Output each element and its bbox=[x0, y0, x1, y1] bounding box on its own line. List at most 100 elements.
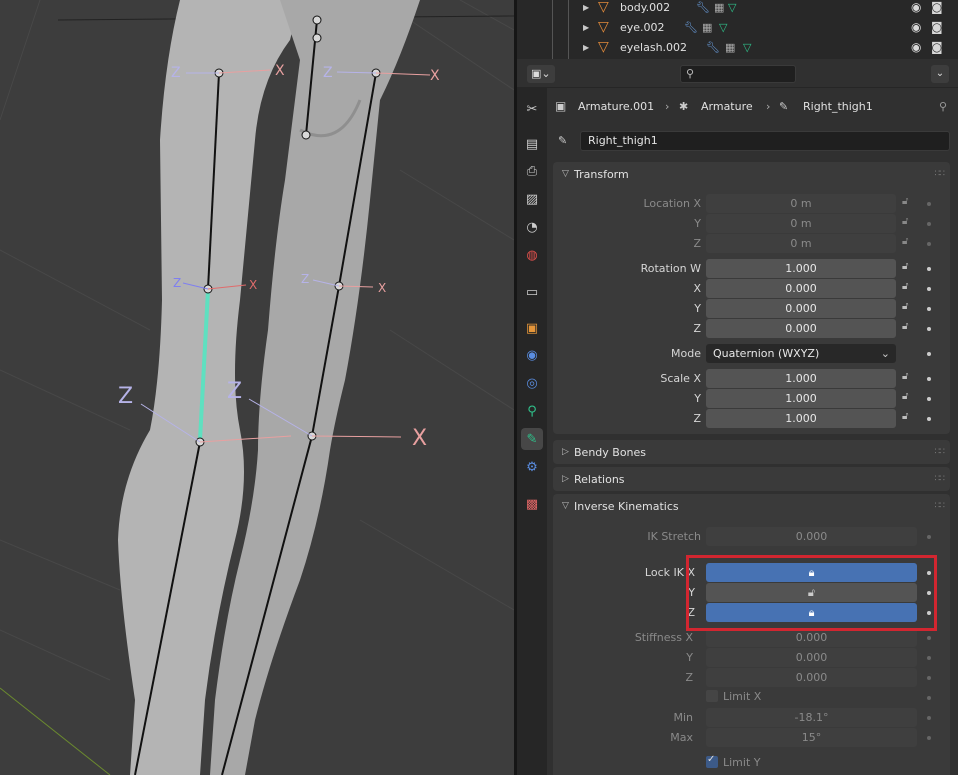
expand-arrow-icon[interactable]: ▶ bbox=[583, 23, 589, 32]
keyframe-dot[interactable] bbox=[927, 636, 931, 640]
eye-icon[interactable]: ◉ bbox=[911, 0, 921, 14]
scale-x-field[interactable]: 1.000 bbox=[706, 369, 896, 388]
keyframe-dot[interactable] bbox=[927, 676, 931, 680]
texture-tab-icon[interactable]: ▩ bbox=[521, 493, 543, 515]
collection-tab-icon[interactable]: ▭ bbox=[521, 281, 543, 303]
relations-panel[interactable]: ▷ Relations ∷∷ bbox=[553, 467, 950, 491]
output-tab-icon[interactable]: ⎙ bbox=[521, 160, 543, 182]
axis-x-label: X bbox=[249, 278, 257, 292]
armature-data-tab-icon[interactable]: ⚲ bbox=[521, 400, 543, 422]
unlock-icon[interactable]: 🔓︎ bbox=[902, 411, 908, 422]
checkmark-icon: ✓ bbox=[707, 754, 716, 765]
rotation-mode-select[interactable]: Quaternion (WXYZ) ⌄ bbox=[706, 344, 896, 363]
bone-tab-icon[interactable]: ✎ bbox=[521, 428, 543, 450]
keyframe-dot[interactable] bbox=[927, 287, 931, 291]
keyframe-dot[interactable] bbox=[927, 202, 931, 206]
view-layer-tab-icon[interactable]: ▨ bbox=[521, 188, 543, 210]
scale-z-field[interactable]: 1.000 bbox=[706, 409, 896, 428]
keyframe-dot[interactable] bbox=[927, 535, 931, 539]
rotation-w-field[interactable]: 1.000 bbox=[706, 259, 896, 278]
keyframe-dot[interactable] bbox=[927, 736, 931, 740]
unlock-icon[interactable]: 🔓︎ bbox=[902, 301, 908, 312]
stiffness-z-field[interactable]: 0.000 bbox=[706, 668, 917, 687]
rotation-z-field[interactable]: 0.000 bbox=[706, 319, 896, 338]
bendy-bones-panel[interactable]: ▷ Bendy Bones ∷∷ bbox=[553, 440, 950, 464]
keyframe-dot[interactable] bbox=[927, 716, 931, 720]
options-dropdown-button[interactable]: ⌄ bbox=[931, 65, 949, 83]
scene-tab-icon[interactable]: ◔ bbox=[521, 216, 543, 238]
limit-max-field[interactable]: 15° bbox=[706, 728, 917, 747]
vertex-groups-icon: ▦ bbox=[702, 20, 713, 34]
location-x-label: Location X bbox=[643, 197, 701, 210]
axis-x-label: X bbox=[430, 68, 440, 84]
eye-icon[interactable]: ◉ bbox=[911, 20, 921, 34]
keyframe-dot[interactable] bbox=[927, 656, 931, 660]
ik-stretch-field[interactable]: 0.000 bbox=[706, 527, 917, 546]
ik-panel-header[interactable]: ▽ Inverse Kinematics ∷∷ bbox=[553, 494, 950, 518]
keyframe-dot[interactable] bbox=[927, 307, 931, 311]
transform-panel-header[interactable]: ▽ Transform ∷∷ bbox=[553, 162, 950, 186]
eye-icon[interactable]: ◉ bbox=[911, 40, 921, 54]
unlock-icon[interactable]: 🔓︎ bbox=[902, 391, 908, 402]
limit-min-field[interactable]: -18.1° bbox=[706, 708, 917, 727]
world-tab-icon[interactable]: ◍ bbox=[521, 244, 543, 266]
camera-icon[interactable]: ◙ bbox=[931, 20, 943, 34]
chevron-right-icon: › bbox=[665, 99, 670, 113]
3d-viewport[interactable]: Z X Z X Z X Z X Z Z X bbox=[0, 0, 514, 775]
unlock-icon[interactable]: 🔓︎ bbox=[902, 196, 908, 207]
keyframe-dot[interactable] bbox=[927, 242, 931, 246]
axis-z-label: Z bbox=[301, 272, 309, 286]
location-x-field[interactable]: 0 m bbox=[706, 194, 896, 213]
unlock-icon[interactable]: 🔓︎ bbox=[902, 321, 908, 332]
editor-type-selector[interactable]: ▣⌄ bbox=[527, 65, 555, 83]
render-tab-icon[interactable]: ▤ bbox=[521, 133, 543, 155]
search-input[interactable]: ⚲ bbox=[680, 65, 796, 83]
camera-icon[interactable]: ◙ bbox=[931, 0, 943, 14]
camera-icon[interactable]: ◙ bbox=[931, 40, 943, 54]
location-z-field[interactable]: 0 m bbox=[706, 234, 896, 253]
keyframe-dot[interactable] bbox=[927, 267, 931, 271]
pin-icon[interactable]: ⚲ bbox=[939, 100, 947, 113]
limit-y-checkbox[interactable]: ✓ bbox=[706, 754, 718, 768]
keyframe-dot[interactable] bbox=[927, 327, 931, 331]
drag-handle-icon[interactable]: ∷∷ bbox=[935, 501, 946, 511]
rotation-x-field[interactable]: 0.000 bbox=[706, 279, 896, 298]
physics-tab-icon[interactable]: ◉ bbox=[521, 344, 543, 366]
tool-tab-icon[interactable]: ✂ bbox=[521, 98, 543, 120]
drag-handle-icon[interactable]: ∷∷ bbox=[935, 447, 946, 457]
bendy-bones-header[interactable]: ▷ Bendy Bones ∷∷ bbox=[553, 440, 950, 464]
location-y-field[interactable]: 0 m bbox=[706, 214, 896, 233]
search-icon: ⚲ bbox=[686, 67, 695, 80]
unlock-icon[interactable]: 🔓︎ bbox=[902, 216, 908, 227]
panel-title: Relations bbox=[574, 472, 625, 486]
keyframe-dot[interactable] bbox=[927, 696, 931, 700]
drag-handle-icon[interactable]: ∷∷ bbox=[935, 474, 946, 484]
rotation-y-field[interactable]: 0.000 bbox=[706, 299, 896, 318]
outliner-row[interactable]: ▶ ▽ eye.002 🔧︎ ▦ ▽ ◉ ◙ bbox=[517, 17, 958, 37]
bone-constraints-tab-icon[interactable]: ⚙ bbox=[521, 456, 543, 478]
expand-arrow-icon[interactable]: ▶ bbox=[583, 3, 589, 12]
stiffness-y-field[interactable]: 0.000 bbox=[706, 648, 917, 667]
unlock-icon[interactable]: 🔓︎ bbox=[902, 261, 908, 272]
limit-x-checkbox[interactable] bbox=[706, 690, 718, 702]
outliner-row[interactable]: ▶ ▽ body.002 🔧︎ ▦ ▽ ◉ ◙ bbox=[517, 0, 958, 17]
drag-handle-icon[interactable]: ∷∷ bbox=[935, 169, 946, 179]
scale-y-field[interactable]: 1.000 bbox=[706, 389, 896, 408]
outliner-row[interactable]: ▶ ▽ eyelash.002 🔧︎ ▦ ▽ ◉ ◙ bbox=[517, 37, 958, 57]
bone-name-field[interactable]: Right_thigh1 bbox=[580, 131, 950, 151]
keyframe-dot[interactable] bbox=[927, 397, 931, 401]
unlock-icon[interactable]: 🔓︎ bbox=[902, 281, 908, 292]
expand-arrow-icon[interactable]: ▶ bbox=[583, 43, 589, 52]
relations-header[interactable]: ▷ Relations ∷∷ bbox=[553, 467, 950, 491]
keyframe-dot[interactable] bbox=[927, 417, 931, 421]
axis-x-label: X bbox=[378, 281, 386, 295]
keyframe-dot[interactable] bbox=[927, 222, 931, 226]
min-label: Min bbox=[673, 711, 693, 724]
bone-icon: ✎ bbox=[558, 134, 568, 147]
unlock-icon[interactable]: 🔓︎ bbox=[902, 236, 908, 247]
unlock-icon[interactable]: 🔓︎ bbox=[902, 371, 908, 382]
keyframe-dot[interactable] bbox=[927, 352, 931, 356]
object-tab-icon[interactable]: ▣ bbox=[521, 317, 543, 339]
keyframe-dot[interactable] bbox=[927, 377, 931, 381]
constraints-tab-icon[interactable]: ◎ bbox=[521, 372, 543, 394]
